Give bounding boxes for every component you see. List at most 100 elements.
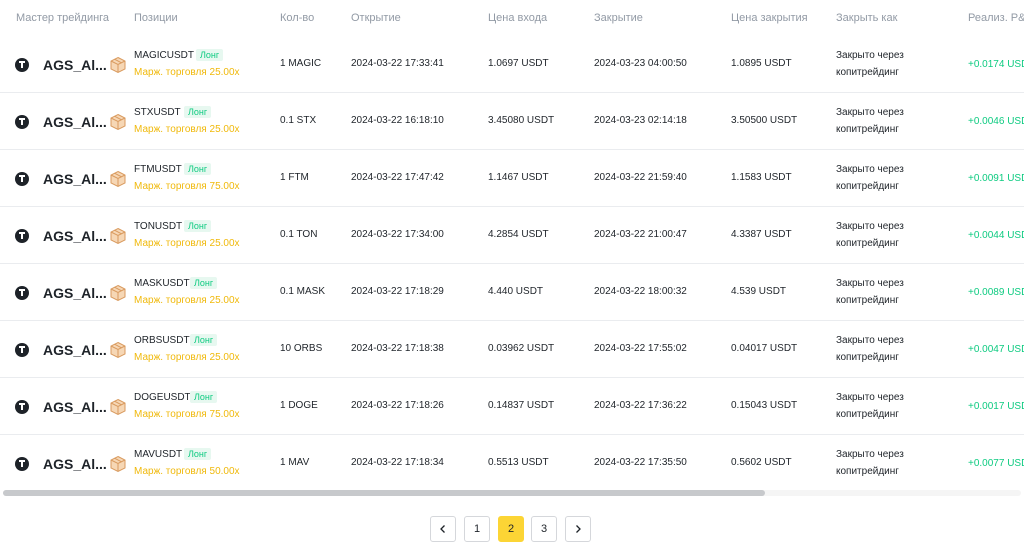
close-mode-line2: копитрейдинг <box>836 181 899 192</box>
close-mode-line1: Закрыто через <box>836 335 904 346</box>
symbol: FTMUSDT <box>134 164 182 175</box>
quantity: 10 ORBS <box>280 343 323 354</box>
open-time: 2024-03-22 17:47:42 <box>351 172 444 183</box>
side-badge: Лонг <box>196 49 224 61</box>
header-close-price: Цена закрытия <box>731 12 808 24</box>
realized-pnl: +0.0077 USDT <box>968 458 1024 469</box>
close-price: 4.3387 USDT <box>731 229 792 240</box>
table-row: AGS_Al... TONUSDT Лонг Марж. торговля 25.00… <box>0 206 1024 264</box>
close-mode-line1: Закрыто через <box>836 278 904 289</box>
master-name[interactable]: AGS_Al... <box>43 456 107 472</box>
master-avatar-icon <box>15 229 29 243</box>
header-open: Открытие <box>351 12 401 24</box>
master-avatar-icon <box>15 457 29 471</box>
close-mode-line2: копитрейдинг <box>836 295 899 306</box>
close-price: 0.15043 USDT <box>731 400 798 411</box>
symbol: STXUSDT <box>134 107 181 118</box>
open-time: 2024-03-22 17:18:38 <box>351 343 444 354</box>
table-row: AGS_Al... STXUSDT Лонг Марж. торговля 25.00… <box>0 92 1024 150</box>
symbol: DOGEUSDT <box>134 392 191 403</box>
close-mode-line1: Закрыто через <box>836 107 904 118</box>
entry-price: 0.14837 USDT <box>488 400 555 411</box>
box-icon <box>109 284 127 302</box>
open-time: 2024-03-22 17:33:41 <box>351 58 444 69</box>
margin-mode: Марж. торговля 25.00x <box>134 238 240 249</box>
margin-mode: Марж. торговля 50.00x <box>134 466 240 477</box>
side-badge: Лонг <box>190 277 218 289</box>
master-avatar-icon <box>15 286 29 300</box>
close-time: 2024-03-22 17:36:22 <box>594 400 687 411</box>
page-button-3[interactable]: 3 <box>531 516 557 542</box>
close-mode-line2: копитрейдинг <box>836 409 899 420</box>
side-badge: Лонг <box>190 334 218 346</box>
close-mode-line1: Закрыто через <box>836 50 904 61</box>
horizontal-scrollbar[interactable] <box>3 490 1021 496</box>
positions-table: Мастер трейдинга Позиции Кол-во Открытие… <box>0 0 1024 490</box>
realized-pnl: +0.0044 USDT <box>968 230 1024 241</box>
margin-mode: Марж. торговля 25.00x <box>134 295 240 306</box>
quantity: 0.1 TON <box>280 229 318 240</box>
side-badge: Лонг <box>184 220 212 232</box>
header-pnl: Реализ. P&L <box>968 12 1024 24</box>
symbol: MAGICUSDT <box>134 50 194 61</box>
quantity: 1 MAV <box>280 457 310 468</box>
entry-price: 3.45080 USDT <box>488 115 555 126</box>
next-page-button[interactable] <box>565 516 591 542</box>
master-name[interactable]: AGS_Al... <box>43 171 107 187</box>
master-avatar-icon <box>15 58 29 72</box>
margin-mode: Марж. торговля 75.00x <box>134 181 240 192</box>
box-icon <box>109 113 127 131</box>
quantity: 0.1 STX <box>280 115 317 126</box>
box-icon <box>109 455 127 473</box>
master-avatar-icon <box>15 172 29 186</box>
master-name[interactable]: AGS_Al... <box>43 114 107 130</box>
close-mode-line2: копитрейдинг <box>836 466 899 477</box>
table-row: AGS_Al... ORBSUSDT Лонг Марж. торговля 25.0… <box>0 320 1024 378</box>
box-icon <box>109 170 127 188</box>
box-icon <box>109 227 127 245</box>
symbol: MAVUSDT <box>134 449 183 460</box>
quantity: 1 MAGIC <box>280 58 322 69</box>
page-button-1[interactable]: 1 <box>464 516 490 542</box>
table-row: AGS_Al... MAGICUSDT Лонг Марж. торговля 25.… <box>0 35 1024 93</box>
realized-pnl: +0.0089 USDT <box>968 287 1024 298</box>
master-name[interactable]: AGS_Al... <box>43 399 107 415</box>
side-badge: Лонг <box>184 448 212 460</box>
margin-mode: Марж. торговля 25.00x <box>134 352 240 363</box>
open-time: 2024-03-22 17:34:00 <box>351 229 444 240</box>
close-mode-line2: копитрейдинг <box>836 238 899 249</box>
master-name[interactable]: AGS_Al... <box>43 228 107 244</box>
open-time: 2024-03-22 16:18:10 <box>351 115 444 126</box>
close-mode-line1: Закрыто через <box>836 221 904 232</box>
open-time: 2024-03-22 17:18:29 <box>351 286 444 297</box>
table-header: Мастер трейдинга Позиции Кол-во Открытие… <box>0 0 1024 36</box>
chevron-right-icon <box>576 525 581 533</box>
table-row: AGS_Al... FTMUSDT Лонг Марж. торговля 75.00… <box>0 149 1024 207</box>
realized-pnl: +0.0017 USDT <box>968 401 1024 412</box>
table-row: AGS_Al... MAVUSDT Лонг Марж. торговля 50.00… <box>0 434 1024 490</box>
close-mode-line2: копитрейдинг <box>836 124 899 135</box>
entry-price: 1.1467 USDT <box>488 172 549 183</box>
close-time: 2024-03-22 18:00:32 <box>594 286 687 297</box>
scrollbar-thumb[interactable] <box>3 490 765 496</box>
margin-mode: Марж. торговля 25.00x <box>134 124 240 135</box>
side-badge: Лонг <box>190 391 218 403</box>
page-button-2-active[interactable]: 2 <box>498 516 524 542</box>
header-entry: Цена входа <box>488 12 548 24</box>
side-badge: Лонг <box>184 106 212 118</box>
realized-pnl: +0.0047 USDT <box>968 344 1024 355</box>
quantity: 1 FTM <box>280 172 309 183</box>
close-time: 2024-03-22 21:00:47 <box>594 229 687 240</box>
master-avatar-icon <box>15 343 29 357</box>
header-close: Закрытие <box>594 12 643 24</box>
entry-price: 0.5513 USDT <box>488 457 549 468</box>
entry-price: 4.440 USDT <box>488 286 544 297</box>
close-mode-line2: копитрейдинг <box>836 67 899 78</box>
realized-pnl: +0.0046 USDT <box>968 116 1024 127</box>
prev-page-button[interactable] <box>430 516 456 542</box>
box-icon <box>109 341 127 359</box>
master-name[interactable]: AGS_Al... <box>43 285 107 301</box>
master-name[interactable]: AGS_Al... <box>43 342 107 358</box>
master-name[interactable]: AGS_Al... <box>43 57 107 73</box>
chevron-left-icon <box>440 525 445 533</box>
